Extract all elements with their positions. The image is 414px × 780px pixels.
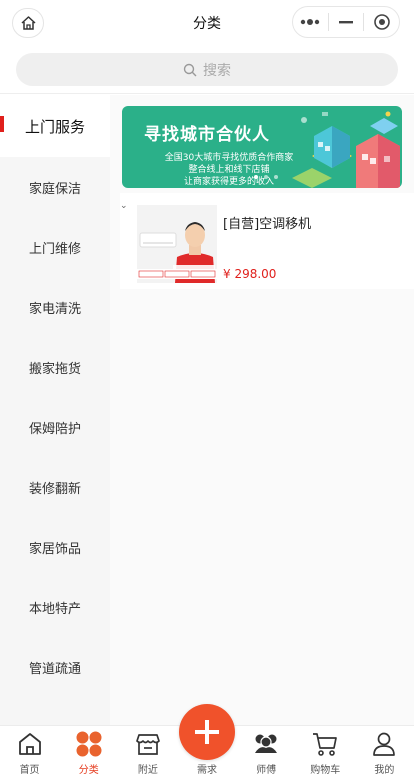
banner-pagination xyxy=(254,175,278,179)
sidebar-item-cleaning[interactable]: 家庭保洁 xyxy=(0,157,110,217)
product-name: [自营]空调移机 xyxy=(223,217,312,232)
banner-subtitle-line: 让商家获得更多的收入 xyxy=(183,177,274,187)
search-icon xyxy=(183,63,197,76)
sidebar-item-label: 家庭保洁 xyxy=(28,181,81,197)
tab-label: 需求 xyxy=(196,765,217,776)
menu-capsule xyxy=(292,6,400,38)
category-content: 寻找城市合伙人 全国30大城市寻找优质合作商家 整合线上和线下店铺 让商家获得更… xyxy=(110,95,414,725)
sidebar-item-label: 保姆陪护 xyxy=(28,421,81,437)
sidebar-item-home-decor[interactable]: 家居饰品 xyxy=(0,517,110,577)
city-buildings-illustration xyxy=(292,111,400,188)
sidebar-item-label: 上门服务 xyxy=(24,117,85,136)
tab-nearby[interactable]: 附近 xyxy=(118,726,177,780)
tab-label: 首页 xyxy=(19,765,40,776)
technician-photo xyxy=(137,205,217,283)
nav-header: 分类 xyxy=(0,0,414,44)
store-icon xyxy=(135,734,160,755)
target-icon xyxy=(373,14,390,30)
banner-subtitle: 全国30大城市寻找优质合作商家 整合线上和线下店铺 让商家获得更多的收入 xyxy=(144,152,314,188)
cart-icon xyxy=(313,733,338,756)
sidebar-item-pipe-unclogging[interactable]: 管道疏通 xyxy=(0,637,110,697)
sidebar-item-appliance-cleaning[interactable]: 家电清洗 xyxy=(0,277,110,337)
product-card[interactable]: ⌄ [自营]空调移机 ¥ 298.00 xyxy=(120,193,414,289)
add-demand-button[interactable] xyxy=(178,704,235,760)
sidebar-item-repair[interactable]: 上门维修 xyxy=(0,217,110,277)
pagination-dot[interactable] xyxy=(274,175,278,179)
product-price: ¥ 298.00 xyxy=(223,267,277,281)
sidebar-item-renovation[interactable]: 装修翻新 xyxy=(0,457,110,517)
tab-category[interactable]: 分类 xyxy=(59,726,118,780)
pagination-dot[interactable] xyxy=(254,175,258,179)
tab-label: 附近 xyxy=(137,765,158,776)
collapse-chevron-icon: ⌄ xyxy=(120,201,128,211)
tab-mine[interactable]: 我的 xyxy=(355,726,414,780)
sidebar-item-label: 装修翻新 xyxy=(28,481,81,497)
tab-workers[interactable]: 师傅 xyxy=(237,726,296,780)
category-sidebar: 上门服务 家庭保洁 上门维修 家电清洗 搬家拖货 保姆陪护 装修翻新 家居饰品 … xyxy=(0,95,110,725)
sidebar-item-label: 家电清洗 xyxy=(28,301,81,317)
tab-label: 师傅 xyxy=(256,765,277,776)
product-image xyxy=(137,205,217,283)
sidebar-item-nanny[interactable]: 保姆陪护 xyxy=(0,397,110,457)
category-page: 分类 搜索 上门服务 家庭保洁 上门维修 家电清洗 搬家拖货 保姆陪护 装修翻新… xyxy=(0,0,414,780)
sidebar-item-label: 本地特产 xyxy=(28,601,81,617)
sidebar-item-moving[interactable]: 搬家拖货 xyxy=(0,337,110,397)
home-icon xyxy=(18,733,41,755)
promo-banner[interactable]: 寻找城市合伙人 全国30大城市寻找优质合作商家 整合线上和线下店铺 让商家获得更… xyxy=(122,106,402,188)
workers-icon xyxy=(255,734,278,753)
search-bar: 搜索 xyxy=(0,44,414,94)
close-button[interactable] xyxy=(364,7,399,37)
more-dots-icon xyxy=(301,19,320,25)
sidebar-item-home-service[interactable]: 上门服务 xyxy=(0,95,110,157)
category-grid-icon xyxy=(76,731,102,757)
more-button[interactable] xyxy=(293,7,328,37)
banner-title: 寻找城市合伙人 xyxy=(144,125,270,145)
sidebar-item-label: 家居饰品 xyxy=(28,541,81,557)
plus-icon xyxy=(194,720,219,744)
minus-icon xyxy=(339,21,353,24)
sidebar-item-label: 管道疏通 xyxy=(28,661,81,677)
sidebar-item-local-specialty[interactable]: 本地特产 xyxy=(0,577,110,637)
search-input[interactable]: 搜索 xyxy=(16,53,398,86)
sidebar-item-label: 上门维修 xyxy=(28,241,81,257)
tab-label: 分类 xyxy=(78,765,99,776)
banner-subtitle-line: 整合线上和线下店铺 xyxy=(188,165,270,175)
bottom-tabbar: 首页 分类 附近 需求 师傅 购物车 我的 xyxy=(0,704,414,780)
user-icon xyxy=(373,732,396,756)
tab-label: 购物车 xyxy=(310,765,341,776)
search-placeholder: 搜索 xyxy=(203,62,231,79)
tab-cart[interactable]: 购物车 xyxy=(296,726,355,780)
tab-home[interactable]: 首页 xyxy=(0,726,59,780)
tab-label: 我的 xyxy=(374,765,395,776)
tab-demand[interactable]: 需求 xyxy=(177,704,236,780)
banner-subtitle-line: 全国30大城市寻找优质合作商家 xyxy=(164,153,294,163)
pagination-dot[interactable] xyxy=(264,175,268,179)
sidebar-item-label: 搬家拖货 xyxy=(28,361,81,377)
minimize-button[interactable] xyxy=(329,7,364,37)
